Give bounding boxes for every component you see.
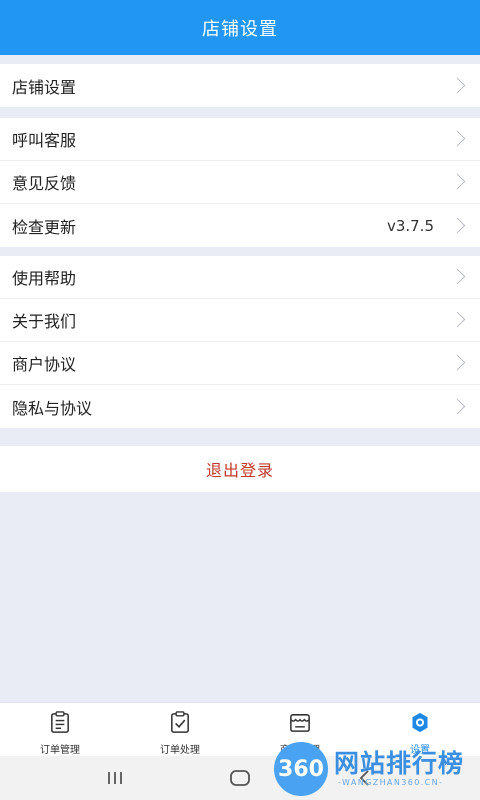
tab-order-management[interactable]: 订单管理 [0, 703, 120, 756]
settings-item-label: 店铺设置 [12, 77, 77, 97]
settings-item-merchant-agreement[interactable]: 商户协议 [0, 342, 480, 385]
chevron-right-icon [449, 354, 466, 371]
watermark-number: 360 [278, 756, 324, 782]
watermark-badge: 360 [274, 742, 328, 796]
clipboard-check-icon [171, 711, 189, 733]
recent-apps-icon [108, 772, 122, 784]
page-title: 店铺设置 [202, 18, 278, 40]
chevron-right-icon [449, 173, 466, 190]
gear-icon [412, 712, 428, 733]
logout-label: 退出登录 [205, 461, 274, 480]
settings-item-label: 使用帮助 [12, 269, 77, 288]
watermark-logo: 360 网站排行榜 -WANGZHAN360.CN- [268, 740, 480, 798]
top-app-bar: 店铺设置 [0, 0, 480, 55]
home-icon [230, 770, 250, 786]
settings-item-check-update[interactable]: 检查更新 v3.7.5 [0, 204, 480, 247]
settings-item-about-us[interactable]: 关于我们 [0, 299, 480, 342]
settings-item-label: 关于我们 [12, 312, 77, 331]
settings-item-label: 呼叫客服 [12, 131, 77, 150]
watermark-subtitle: -WANGZHAN360.CN- [338, 778, 444, 787]
chevron-right-icon [449, 77, 466, 93]
watermark-title: 网站排行榜 [334, 749, 465, 778]
chevron-right-icon [449, 217, 466, 233]
settings-item-label: 隐私与协议 [12, 398, 93, 418]
logout-button[interactable]: 退出登录 [0, 446, 480, 492]
settings-item-customer-service[interactable]: 呼叫客服 [0, 118, 480, 161]
tab-label: 订单管理 [40, 745, 80, 756]
chevron-right-icon [449, 268, 466, 285]
clipboard-icon [51, 711, 69, 733]
chevron-right-icon [449, 398, 466, 414]
settings-item-label: 检查更新 [12, 217, 77, 237]
version-value: v3.7.5 [386, 216, 434, 235]
chevron-right-icon [449, 130, 466, 147]
settings-item-label: 商户协议 [12, 355, 77, 374]
storefront-icon [290, 714, 310, 732]
settings-item-feedback[interactable]: 意见反馈 [0, 161, 480, 204]
tab-order-processing[interactable]: 订单处理 [120, 703, 240, 756]
settings-item-privacy[interactable]: 隐私与协议 [0, 385, 480, 428]
tab-label: 订单处理 [160, 745, 200, 756]
settings-group-support: 呼叫客服 意见反馈 检查更新 v3.7.5 [0, 118, 480, 247]
home-button[interactable] [220, 766, 260, 790]
recent-apps-button[interactable] [95, 766, 135, 790]
settings-item-help[interactable]: 使用帮助 [0, 256, 480, 299]
settings-item-label: 意见反馈 [12, 174, 77, 193]
settings-item-store-settings[interactable]: 店铺设置 [0, 64, 480, 107]
chevron-right-icon [449, 311, 466, 328]
settings-group-about: 使用帮助 关于我们 商户协议 隐私与协议 [0, 256, 480, 428]
settings-group-store: 店铺设置 [0, 64, 480, 107]
